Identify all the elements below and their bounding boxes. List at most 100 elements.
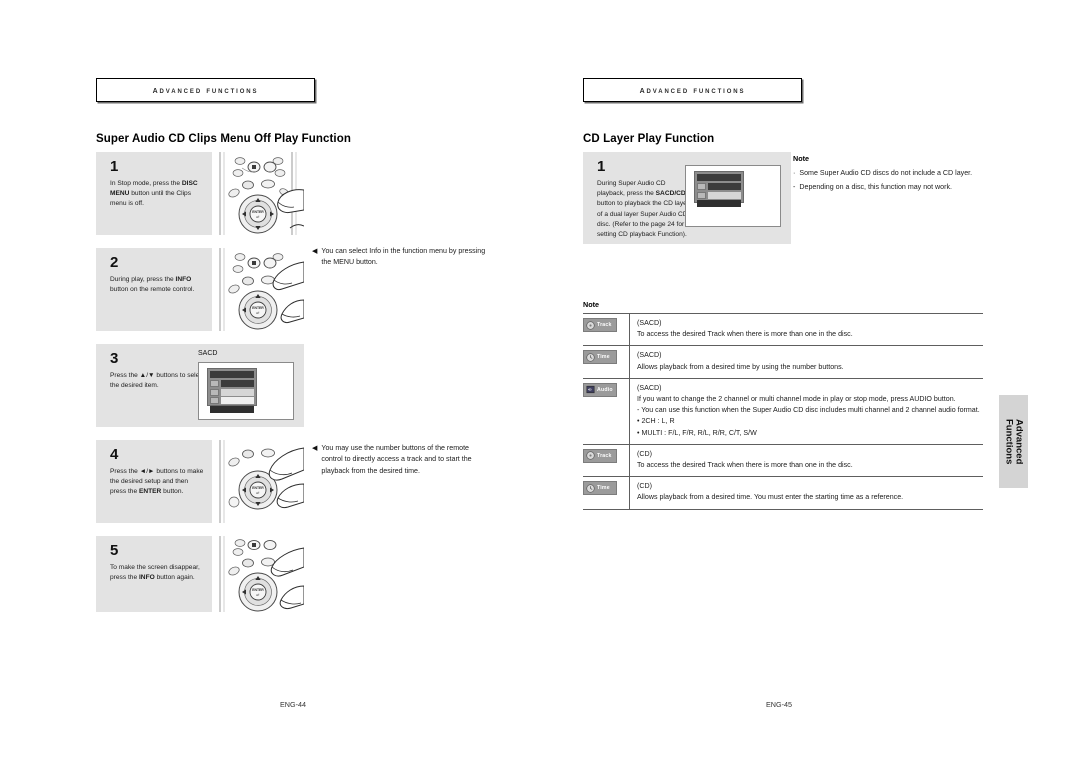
osd-menu-row xyxy=(697,183,741,190)
table-row: Time (SACD) Allows playback from a desir… xyxy=(583,345,983,379)
note-block: Note · Some Super Audio CD discs do not … xyxy=(793,153,984,197)
step-text: During play, press the INFO button on th… xyxy=(110,276,195,294)
chapter-header-right: Advanced Functions xyxy=(583,78,802,102)
osd-menu-title xyxy=(210,371,254,378)
osd-value-bar xyxy=(707,191,741,199)
note-kind: (SACD) xyxy=(637,383,662,392)
left-page: Advanced Functions Super Audio CD Clips … xyxy=(0,0,540,783)
note-icon-cell: Audio xyxy=(583,378,630,444)
section-title-right: CD Layer Play Function xyxy=(583,133,715,145)
osd-menu-footer xyxy=(697,200,741,207)
svg-text:↵: ↵ xyxy=(256,215,260,220)
icon-label: Track xyxy=(597,322,612,328)
section-title-left: Super Audio CD Clips Menu Off Play Funct… xyxy=(96,133,351,145)
chapter-header-left: Advanced Functions xyxy=(96,78,315,102)
step-block-3: 3 Press the ▲/▼ buttons to select the de… xyxy=(96,344,304,427)
note-kind: (CD) xyxy=(637,449,652,458)
remote-control-illustration: ENTER ↵ xyxy=(212,152,304,235)
right-page: Advanced Functions CD Layer Play Functio… xyxy=(540,0,1080,783)
step-block-cd-1: 1 During Super Audio CD playback, press … xyxy=(583,152,791,244)
note-icon-cell: Time xyxy=(583,477,630,509)
dash-bullet-icon: · xyxy=(793,168,796,177)
svg-text:↵: ↵ xyxy=(256,491,260,496)
osd-menu-row xyxy=(210,397,254,404)
icon-label: Time xyxy=(597,354,610,361)
osd-screen-illustration xyxy=(198,362,294,420)
note-kind: (SACD) xyxy=(637,351,662,360)
note-body-cell: (SACD) If you want to change the 2 chann… xyxy=(629,378,983,445)
svg-text:ENTER: ENTER xyxy=(252,306,264,310)
page-footer-left: ENG-44 xyxy=(280,700,306,709)
chapter-header-label: Advanced Functions xyxy=(639,84,746,96)
note-line: • MULTI : F/L, F/R, R/L, R/R, C/T, S/W xyxy=(637,428,757,437)
step-text: To make the screen disappear, press the … xyxy=(110,564,200,582)
osd-screen-illustration xyxy=(685,165,781,227)
note-line: Allows playback from a desired time. You… xyxy=(637,493,904,502)
note-body-cell: (CD) To access the desired Track when th… xyxy=(629,444,983,477)
note-line: • 2CH : L, R xyxy=(637,417,675,426)
note-table: Track (SACD) To access the desired Track… xyxy=(583,313,983,510)
page-footer-right: ENG-45 xyxy=(766,700,792,709)
table-row: Audio (SACD) If you want to change the 2… xyxy=(583,378,983,445)
table-row: Time (CD) Allows playback from a desired… xyxy=(583,476,983,510)
note-body-cell: (CD) Allows playback from a desired time… xyxy=(629,476,983,510)
note-heading: Note xyxy=(793,154,809,163)
step-text: In Stop mode, press the DISC MENU button… xyxy=(110,180,198,208)
note-table-heading: Note xyxy=(583,300,599,309)
side-note-text: You may use the number buttons of the re… xyxy=(321,444,472,475)
osd-value-bar xyxy=(220,397,254,404)
note-icon-cell: Track xyxy=(583,444,630,476)
dash-bullet-icon: - xyxy=(793,183,796,192)
remote-control-illustration: ENTER ↵ xyxy=(212,248,304,331)
icon-label: Track xyxy=(597,452,612,459)
osd-menu-row xyxy=(210,388,254,396)
step-block-4: 4 Press the ◄/► buttons to make the desi… xyxy=(96,440,304,523)
side-tab-line-1: Advanced xyxy=(1013,418,1025,465)
note-item-text: Some Super Audio CD discs do not include… xyxy=(799,168,973,177)
svg-text:↵: ↵ xyxy=(256,311,260,316)
step-number: 1 xyxy=(110,158,119,175)
track-icon: Track xyxy=(583,448,617,463)
time-icon xyxy=(210,388,219,396)
step-block-5: 5 To make the screen disappear, press th… xyxy=(96,536,304,612)
osd-menu-footer xyxy=(210,405,254,413)
side-thumb-tab: Advanced Functions xyxy=(999,395,1028,488)
side-note-2: ◀ You may use the number buttons of the … xyxy=(312,443,489,477)
step-number: 3 xyxy=(110,350,119,367)
step-number: 1 xyxy=(597,158,606,175)
left-arrow-icon: ◀ xyxy=(312,248,318,255)
osd-menu-graphic xyxy=(694,171,744,207)
side-tab-label: Advanced Functions xyxy=(1003,418,1025,465)
chapter-header-label: Advanced Functions xyxy=(152,84,259,96)
svg-text:ENTER: ENTER xyxy=(252,588,264,592)
note-line: If you want to change the 2 channel or m… xyxy=(637,395,956,404)
step-number: 2 xyxy=(110,254,119,271)
step-text: Press the ▲/▼ buttons to select the desi… xyxy=(110,372,205,390)
osd-menu-row xyxy=(697,191,741,199)
note-item: - Depending on a disc, this function may… xyxy=(793,182,984,193)
note-item-text: Depending on a disc, this function may n… xyxy=(799,183,952,192)
note-line: To access the desired Track when there i… xyxy=(637,330,853,339)
osd-value-bar xyxy=(220,388,254,396)
note-kind: (SACD) xyxy=(637,319,662,327)
step-text: Press the ◄/► buttons to make the desire… xyxy=(110,468,204,496)
side-note-text: You can select Info in the function menu… xyxy=(321,247,486,267)
step-text: During Super Audio CD playback, press th… xyxy=(597,180,689,239)
side-tab-line-2: Functions xyxy=(1003,418,1015,465)
note-body-cell: (SACD) To access the desired Track when … xyxy=(629,313,983,346)
note-body-cell: (SACD) Allows playback from a desired ti… xyxy=(629,345,983,379)
note-line: - You can use this function when the Sup… xyxy=(637,406,980,415)
step-block-2: 2 During play, press the INFO button on … xyxy=(96,248,304,331)
svg-text:ENTER: ENTER xyxy=(252,486,264,490)
audio-icon xyxy=(210,397,219,404)
track-icon: Track xyxy=(583,318,617,332)
osd-caption: SACD xyxy=(198,350,218,357)
osd-menu-title xyxy=(697,174,741,181)
table-row: Track (SACD) To access the desired Track… xyxy=(583,313,983,346)
remote-control-illustration: ENTER ↵ xyxy=(212,440,304,523)
audio-icon: Audio xyxy=(583,382,617,397)
time-icon: Time xyxy=(583,481,617,496)
svg-text:↵: ↵ xyxy=(256,593,260,598)
time-icon: Time xyxy=(583,350,617,365)
table-row: Track (CD) To access the desired Track w… xyxy=(583,444,983,477)
